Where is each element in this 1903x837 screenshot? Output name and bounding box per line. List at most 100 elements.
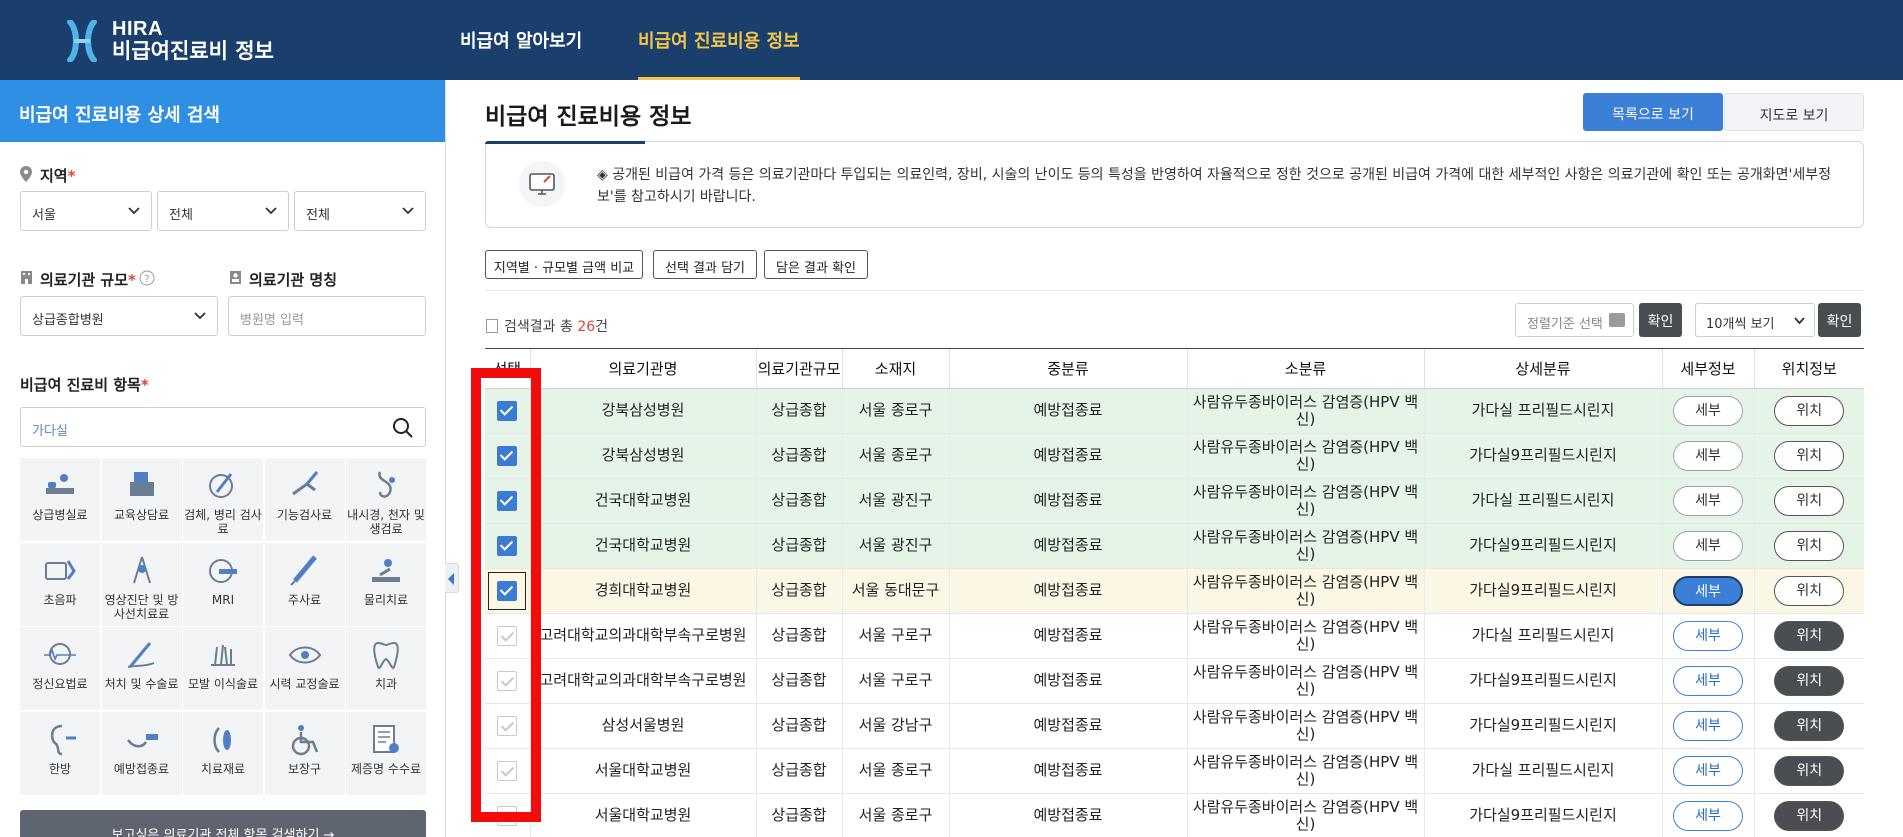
location-button[interactable]: 위치: [1774, 711, 1845, 741]
save-selection-button[interactable]: 선택 결과 담기: [653, 250, 757, 279]
detail-button[interactable]: 세부: [1673, 576, 1743, 606]
cell-mid-category: 예방접종료: [948, 613, 1187, 659]
cell-mid-category: 예방접종료: [948, 703, 1187, 749]
compare-price-button[interactable]: 지역별 · 규모별 금액 비교: [485, 250, 643, 279]
cell-location: 서울 구로구: [841, 613, 949, 659]
chevron-down-icon: [128, 207, 140, 215]
item-search-input[interactable]: 가다실: [20, 407, 426, 447]
location-button[interactable]: 위치: [1774, 621, 1845, 651]
category-mri[interactable]: MRI: [183, 542, 263, 626]
category-grid: 상급병실료 교육상담료 검체, 병리 검사료 기능검사료 내시경, 천자 및 생…: [20, 458, 426, 795]
cell-scale: 상급종합: [755, 388, 842, 434]
category-surgery[interactable]: 처치 및 수술료: [101, 627, 182, 710]
table-row: 건국대학교병원 상급종합 서울 광진구 예방접종료 사람유두종바이러스 감염증(…: [485, 523, 1864, 569]
category-vaccination[interactable]: 예방접종료: [101, 711, 182, 795]
hospital-name-input[interactable]: 병원명 입력: [228, 296, 426, 336]
location-button[interactable]: 위치: [1774, 666, 1845, 696]
region-city-select[interactable]: 서울: [20, 191, 152, 231]
detail-button[interactable]: 세부: [1673, 441, 1743, 471]
cell-scale: 상급종합: [755, 793, 842, 837]
category-ultrasound[interactable]: 초음파: [20, 542, 100, 626]
region-district-select[interactable]: 전체: [157, 191, 289, 231]
sidebar-collapse-handle[interactable]: [445, 563, 459, 593]
certificate-icon: [373, 724, 399, 753]
category-endoscopy[interactable]: 내시경, 천자 및 생검료: [346, 458, 426, 541]
category-materials[interactable]: 치료재료: [183, 711, 263, 795]
cell-location: 서울 강남구: [841, 703, 949, 749]
list-view-button[interactable]: 목록으로 보기: [1583, 93, 1723, 131]
sort-confirm-button[interactable]: 확인: [1639, 303, 1682, 337]
per-page-select[interactable]: 10개씩 보기: [1695, 303, 1815, 337]
cell-sub-category: 사람유두종바이러스 감염증(HPV 백신): [1186, 478, 1424, 524]
cell-sub-category: 사람유두종바이러스 감염증(HPV 백신): [1186, 523, 1424, 569]
results-table: 선택 의료기관명 의료기관규모 소재지 중분류 소분류 상세분류 세부정보 위치…: [485, 348, 1864, 837]
cell-sub-category: 사람유두종바이러스 감염증(HPV 백신): [1186, 433, 1424, 479]
top-header: HIRA 비급여진료비 정보 비급여 알아보기 비급여 진료비용 정보: [0, 0, 1903, 80]
nav-noncovered-info[interactable]: 비급여 알아보기: [460, 0, 582, 80]
col-detail-category: 상세분류: [1423, 348, 1662, 389]
endoscopy-icon: [378, 471, 395, 498]
category-counseling[interactable]: 교육상담료: [101, 458, 182, 541]
cell-mid-category: 예방접종료: [948, 658, 1187, 704]
table-row: 강북삼성병원 상급종합 서울 종로구 예방접종료 사람유두종바이러스 감염증(H…: [485, 388, 1864, 434]
detail-button[interactable]: 세부: [1673, 486, 1743, 516]
table-header-row: 선택 의료기관명 의료기관규모 소재지 중분류 소분류 상세분류 세부정보 위치…: [485, 348, 1864, 389]
cell-mid-category: 예방접종료: [948, 793, 1187, 837]
category-imaging[interactable]: 영상진단 및 방사선치료료: [101, 542, 182, 626]
category-psychotherapy[interactable]: 정신요법료: [20, 627, 100, 710]
per-page-confirm-button[interactable]: 확인: [1818, 303, 1861, 337]
location-button[interactable]: 위치: [1774, 756, 1845, 786]
building-icon: [21, 271, 32, 284]
map-view-button[interactable]: 지도로 보기: [1724, 93, 1864, 131]
site-logo[interactable]: HIRA 비급여진료비 정보: [112, 18, 274, 63]
detail-button[interactable]: 세부: [1673, 666, 1743, 696]
category-specimen-test[interactable]: 검체, 병리 검사료: [183, 458, 263, 541]
category-physical-therapy[interactable]: 물리치료: [346, 542, 426, 626]
category-prosthetics[interactable]: 보장구: [264, 711, 345, 795]
notice-box: ◈ 공개된 비급여 가격 등은 의료기관마다 투입되는 의료인력, 장비, 시술…: [485, 141, 1864, 228]
function-test-icon: [291, 471, 318, 496]
check-saved-button[interactable]: 담은 결과 확인: [764, 250, 868, 279]
col-hospital-name: 의료기관명: [529, 348, 756, 389]
cell-mid-category: 예방접종료: [948, 523, 1187, 569]
location-button[interactable]: 위치: [1774, 531, 1845, 561]
location-button[interactable]: 위치: [1774, 801, 1845, 831]
scale-select[interactable]: 상급종합병원: [20, 296, 218, 336]
nav-noncovered-cost[interactable]: 비급여 진료비용 정보: [638, 0, 800, 80]
detail-button[interactable]: 세부: [1673, 621, 1743, 651]
search-all-items-button[interactable]: 보고싶은 의료기관 전체 항목 검색하기 →: [20, 810, 426, 837]
cell-hospital-name: 서울대학교병원: [529, 748, 756, 794]
logo-line1: HIRA: [112, 18, 163, 40]
table-row: 삼성서울병원 상급종합 서울 강남구 예방접종료 사람유두종바이러스 감염증(H…: [485, 703, 1864, 749]
detail-button[interactable]: 세부: [1673, 711, 1743, 741]
category-function-test[interactable]: 기능검사료: [264, 458, 345, 541]
category-injection[interactable]: 주사료: [264, 542, 345, 626]
sort-select[interactable]: 정렬기준 선택: [1515, 303, 1634, 337]
cell-location: 서울 광진구: [841, 523, 949, 569]
location-button[interactable]: 위치: [1774, 396, 1845, 426]
category-hair-transplant[interactable]: 모발 이식술료: [183, 627, 263, 710]
search-icon[interactable]: [391, 416, 415, 440]
cell-hospital-name: 삼성서울병원: [529, 703, 756, 749]
location-button[interactable]: 위치: [1774, 441, 1845, 471]
cell-hospital-name: 서울대학교병원: [529, 793, 756, 837]
category-certificate-fee[interactable]: 제증명 수수료: [346, 711, 426, 795]
region-town-select[interactable]: 전체: [294, 191, 426, 231]
detail-button[interactable]: 세부: [1673, 801, 1743, 831]
category-oriental-medicine[interactable]: 한방: [20, 711, 100, 795]
page-title: 비급여 진료비용 정보: [485, 104, 692, 130]
category-dental[interactable]: 치과: [346, 627, 426, 710]
col-location-info: 위치정보: [1753, 348, 1864, 389]
annotation-highlight-box: [471, 368, 541, 822]
detail-button[interactable]: 세부: [1673, 531, 1743, 561]
category-vision-correction[interactable]: 시력 교정술료: [264, 627, 345, 710]
detail-button[interactable]: 세부: [1673, 396, 1743, 426]
category-room-fee[interactable]: 상급병실료: [20, 458, 100, 541]
location-button[interactable]: 위치: [1774, 576, 1845, 606]
location-button[interactable]: 위치: [1774, 486, 1845, 516]
help-icon[interactable]: ?: [139, 270, 155, 286]
detail-button[interactable]: 세부: [1673, 756, 1743, 786]
implant-icon: [213, 726, 231, 753]
search-sidebar: 비급여 진료비용 상세 검색 지역* 서울 전체 전체 의료기관 규모* ? 의…: [0, 80, 446, 837]
table-row: 경희대학교병원 상급종합 서울 동대문구 예방접종료 사람유두종바이러스 감염증…: [485, 568, 1864, 614]
